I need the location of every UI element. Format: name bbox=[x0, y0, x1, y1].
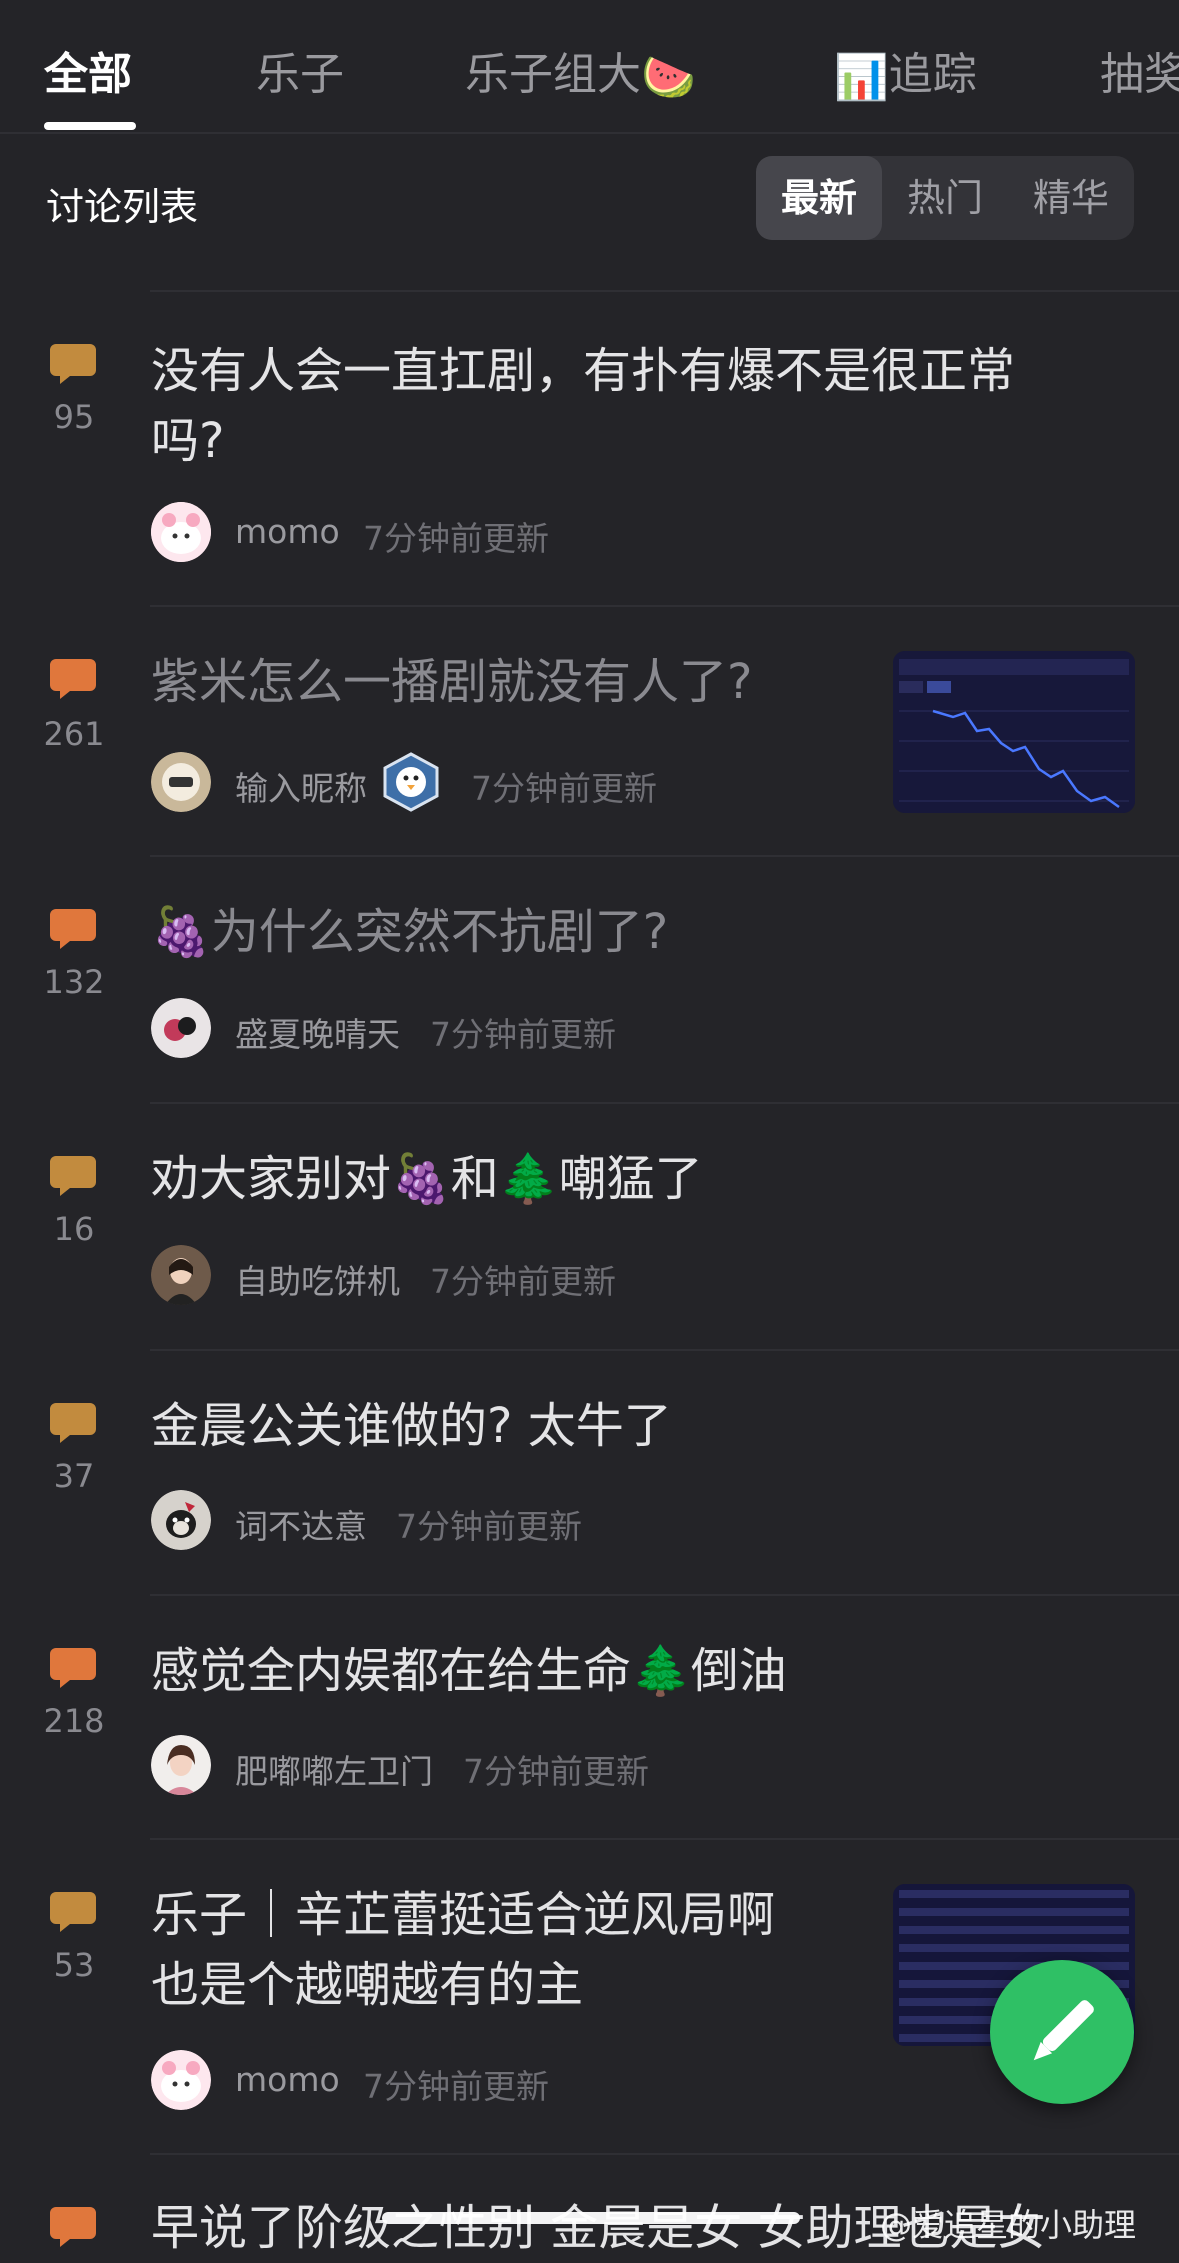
comment-icon bbox=[50, 1403, 96, 1443]
comment-count: 95 bbox=[53, 398, 95, 436]
divider bbox=[150, 605, 1179, 607]
comment-icon bbox=[50, 909, 96, 949]
update-time: 7分钟前更新 bbox=[363, 2067, 549, 2106]
update-time: 7分钟前更新 bbox=[430, 1015, 616, 1054]
section-title: 讨论列表 bbox=[46, 185, 199, 229]
divider bbox=[150, 1102, 1179, 1104]
list-item[interactable]: 16 劝大家别对🍇和🌲嘲猛了 自助吃饼机 7分钟前更新 bbox=[0, 1102, 1179, 1349]
post-title-part: 和 bbox=[450, 1151, 499, 1207]
grapes-icon: 🍇 bbox=[151, 904, 211, 960]
post-title[interactable]: 🍇为什么突然不抗剧了? bbox=[151, 897, 1081, 967]
watermark-text: @爱追星的小助理 bbox=[880, 2206, 1137, 2244]
comment-count: 132 bbox=[43, 963, 105, 1001]
top-tab-bar: 全部 乐子 乐子组大🍉 📊追踪 抽奖 bbox=[0, 0, 1179, 134]
author-name[interactable]: momo bbox=[235, 2060, 340, 2099]
post-title-part: 倒油 bbox=[690, 1643, 787, 1699]
update-time: 7分钟前更新 bbox=[430, 1262, 616, 1301]
post-title-part: 感觉全内娱都在给生命 bbox=[151, 1643, 632, 1699]
bar-chart-icon: 📊 bbox=[834, 52, 889, 103]
divider bbox=[150, 2153, 1179, 2155]
update-time: 7分钟前更新 bbox=[396, 1507, 582, 1546]
sort-featured-button[interactable]: 精华 bbox=[1008, 156, 1134, 240]
divider bbox=[150, 855, 1179, 857]
comment-count: 37 bbox=[53, 1457, 95, 1495]
list-header: 讨论列表 最新 热门 精华 bbox=[0, 150, 1179, 250]
comment-icon bbox=[50, 1892, 96, 1932]
tree-icon: 🌲 bbox=[631, 1643, 691, 1699]
divider bbox=[150, 290, 1179, 292]
author-name[interactable]: 输入昵称 bbox=[235, 762, 367, 810]
avatar[interactable] bbox=[151, 998, 211, 1058]
post-thumbnail[interactable] bbox=[893, 651, 1135, 813]
post-title-part: 嘲猛了 bbox=[558, 1151, 703, 1207]
author-name[interactable]: 肥嘟嘟左卫门 bbox=[235, 1745, 433, 1793]
tab-lezi-group-label: 乐子组大 bbox=[465, 49, 641, 100]
tab-lezi[interactable]: 乐子 bbox=[256, 38, 344, 102]
comment-icon bbox=[50, 1648, 96, 1688]
compose-button[interactable] bbox=[990, 1960, 1134, 2104]
post-title[interactable]: 没有人会一直扛剧，有扑有爆不是很正常吗? bbox=[151, 336, 1081, 476]
grapes-icon: 🍇 bbox=[391, 1151, 451, 1207]
update-time: 7分钟前更新 bbox=[463, 1752, 649, 1791]
avatar[interactable] bbox=[151, 752, 211, 812]
post-title[interactable]: 感觉全内娱都在给生命🌲倒油 bbox=[151, 1636, 1081, 1706]
comment-icon bbox=[50, 2207, 96, 2247]
post-title[interactable]: 乐子｜辛芷蕾挺适合逆风局啊 也是个越嘲越有的主 bbox=[151, 1880, 871, 2020]
divider bbox=[150, 1594, 1179, 1596]
comment-icon bbox=[50, 1156, 96, 1196]
post-title[interactable]: 劝大家别对🍇和🌲嘲猛了 bbox=[151, 1144, 1081, 1214]
avatar[interactable] bbox=[151, 1490, 211, 1550]
list-item[interactable]: 37 金晨公关谁做的? 太牛了 词不达意 7分钟前更新 bbox=[0, 1349, 1179, 1594]
post-title[interactable]: 金晨公关谁做的? 太牛了 bbox=[151, 1391, 1081, 1461]
list-item[interactable]: 218 感觉全内娱都在给生命🌲倒油 肥嘟嘟左卫门 7分钟前更新 bbox=[0, 1594, 1179, 1838]
author-name[interactable]: 自助吃饼机 bbox=[235, 1255, 400, 1303]
avatar[interactable] bbox=[151, 2050, 211, 2110]
post-title[interactable]: 紫米怎么一播剧就没有人了? bbox=[151, 647, 871, 717]
post-title-part: 劝大家别对 bbox=[151, 1151, 392, 1207]
comment-icon bbox=[50, 659, 96, 699]
list-item[interactable]: 132 🍇为什么突然不抗剧了? 盛夏晚晴天 7分钟前更新 bbox=[0, 855, 1179, 1102]
tab-all[interactable]: 全部 bbox=[44, 38, 132, 102]
post-title-line: 乐子｜辛芷蕾挺适合逆风局啊 bbox=[151, 1887, 776, 1943]
avatar[interactable] bbox=[151, 502, 211, 562]
avatar[interactable] bbox=[151, 1735, 211, 1795]
tab-tracking[interactable]: 📊追踪 bbox=[834, 38, 977, 103]
sort-hot-button[interactable]: 热门 bbox=[882, 156, 1008, 240]
tree-icon: 🌲 bbox=[498, 1151, 559, 1207]
sort-latest-button[interactable]: 最新 bbox=[756, 156, 882, 240]
active-tab-indicator bbox=[44, 122, 136, 130]
comment-count: 218 bbox=[43, 1702, 105, 1740]
tab-lottery[interactable]: 抽奖 bbox=[1100, 38, 1179, 102]
author-name[interactable]: 盛夏晚晴天 bbox=[235, 1008, 400, 1056]
pencil-icon bbox=[1033, 2000, 1094, 2061]
post-title-line: 也是个越嘲越有的主 bbox=[151, 1957, 584, 2013]
author-name[interactable]: momo bbox=[235, 512, 340, 551]
comment-count: 16 bbox=[53, 1210, 95, 1248]
comment-count: 261 bbox=[43, 715, 105, 753]
update-time: 7分钟前更新 bbox=[363, 519, 549, 558]
tab-lezi-group[interactable]: 乐子组大🍉 bbox=[465, 38, 696, 103]
home-indicator bbox=[382, 2212, 800, 2224]
watermelon-icon: 🍉 bbox=[641, 52, 696, 103]
tab-tracking-label: 追踪 bbox=[888, 49, 977, 100]
penguin-badge-icon bbox=[383, 752, 439, 812]
comment-icon bbox=[50, 344, 96, 384]
post-title-text: 为什么突然不抗剧了? bbox=[210, 904, 669, 960]
author-name[interactable]: 词不达意 bbox=[235, 1500, 367, 1548]
list-item[interactable]: 261 紫米怎么一播剧就没有人了? 输入昵称 7分钟前更新 bbox=[0, 605, 1179, 855]
divider bbox=[150, 1838, 1179, 1840]
sort-segmented-control: 最新 热门 精华 bbox=[756, 156, 1134, 240]
comment-count: 53 bbox=[53, 1946, 95, 1984]
list-item[interactable]: 95 没有人会一直扛剧，有扑有爆不是很正常吗? momo 7分钟前更新 bbox=[0, 290, 1179, 605]
avatar[interactable] bbox=[151, 1245, 211, 1305]
divider bbox=[150, 1349, 1179, 1351]
update-time: 7分钟前更新 bbox=[471, 769, 657, 808]
